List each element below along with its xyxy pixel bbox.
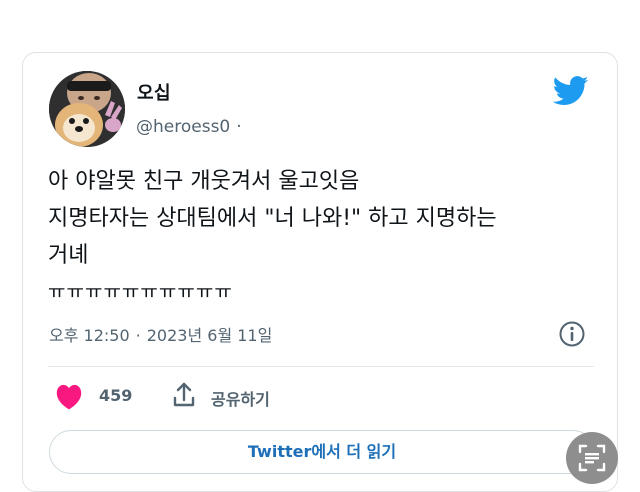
scan-text-icon (578, 444, 606, 472)
author-handle-row: @heroess0 · (136, 117, 242, 137)
author-handle[interactable]: @heroess0 (136, 117, 230, 137)
tweet-text-line-1: 아 야알못 친구 개웃겨서 울고잇음 (48, 169, 360, 194)
author-name[interactable]: 오십 (137, 79, 171, 105)
share-button[interactable]: 공유하기 (211, 386, 270, 410)
tweet-date: 2023년 6월 11일 (146, 326, 273, 345)
like-count[interactable]: 459 (99, 386, 132, 405)
tweet-timestamp[interactable]: 오후 12:50 · 2023년 6월 11일 (49, 322, 272, 346)
avatar-image (49, 71, 125, 147)
meta-separator: · (135, 326, 141, 345)
tweet-text-line-4: ㅠㅠㅠㅠㅠㅠㅠㅠㅠㅠ (48, 281, 233, 303)
action-divider (48, 366, 594, 367)
avatar[interactable] (49, 71, 125, 147)
share-upload-icon[interactable] (172, 381, 196, 409)
twitter-bird-icon[interactable] (553, 76, 589, 106)
heart-icon[interactable] (55, 384, 83, 410)
handle-separator: · (236, 117, 242, 137)
tweet-text: 아 야알못 친구 개웃겨서 울고잇음 지명타자는 상대팀에서 "너 나와!" 하… (48, 163, 608, 311)
read-more-button[interactable]: Twitter에서 더 읽기 (49, 430, 595, 474)
tweet-text-line-2: 지명타자는 상대팀에서 "너 나와!" 하고 지명하는 (48, 206, 497, 231)
tweet-text-line-3: 거녜 (48, 243, 89, 268)
scan-button[interactable] (566, 432, 618, 484)
info-icon[interactable] (558, 320, 586, 348)
tweet-time: 오후 12:50 (49, 326, 130, 345)
